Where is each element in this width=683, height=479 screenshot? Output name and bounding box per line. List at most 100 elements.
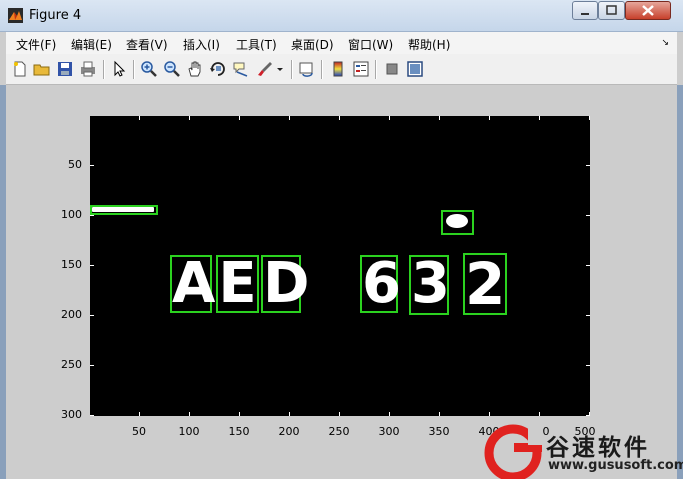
window-frame-left (0, 85, 6, 479)
toolbar-separator (321, 60, 323, 79)
menu-overflow-icon[interactable]: ↘ (661, 38, 669, 48)
y-tick-mark (90, 415, 94, 416)
print-icon[interactable] (79, 60, 97, 78)
legend-icon[interactable] (352, 60, 370, 78)
y-tick-label: 150 (61, 258, 82, 271)
toolbar-separator (291, 60, 293, 79)
x-tick-mark (389, 116, 390, 120)
x-tick-label: 250 (328, 425, 350, 438)
y-tick-mark (90, 215, 94, 216)
watermark-logo (484, 423, 542, 479)
window-title: Figure 4 (29, 8, 82, 23)
minimize-button[interactable] (572, 1, 598, 20)
zoom-out-icon[interactable] (163, 60, 181, 78)
x-tick-label: 300 (378, 425, 400, 438)
plate-char: 6 (362, 251, 401, 316)
data-cursor-icon[interactable] (232, 60, 250, 78)
y-tick-mark (586, 215, 590, 216)
x-tick-mark (139, 412, 140, 416)
y-tick-mark (90, 265, 94, 266)
bounding-box (441, 210, 474, 235)
x-tick-mark (239, 116, 240, 120)
link-plot-icon[interactable] (298, 60, 316, 78)
x-tick-mark (289, 412, 290, 416)
open-file-icon[interactable] (33, 60, 51, 78)
y-tick-mark (586, 415, 590, 416)
y-tick-mark (586, 165, 590, 166)
plate-char: E (218, 251, 257, 316)
x-tick-mark (589, 116, 590, 120)
y-tick-mark (90, 315, 94, 316)
toolbar-separator (133, 60, 135, 79)
y-tick-mark (90, 165, 94, 166)
watermark-url: www.gususoft.com (548, 458, 683, 473)
plate-char: A (172, 251, 216, 316)
menu-window[interactable]: 窗口(W) (348, 36, 393, 53)
menu-desktop[interactable]: 桌面(D) (291, 36, 334, 53)
menu-bar: 文件(F) 编辑(E) 查看(V) 插入(I) 工具(T) 桌面(D) 窗口(W… (6, 32, 677, 54)
x-tick-mark (289, 116, 290, 120)
image-axes[interactable]: A E D 6 3 2 (90, 116, 590, 416)
maximize-icon (606, 5, 617, 15)
x-tick-mark (439, 412, 440, 416)
y-tick-mark (586, 365, 590, 366)
x-tick-mark (389, 412, 390, 416)
x-tick-label: 50 (132, 425, 146, 438)
x-tick-label: 150 (228, 425, 250, 438)
x-tick-mark (539, 412, 540, 416)
minimize-icon (581, 13, 589, 15)
x-tick-mark (189, 116, 190, 120)
watermark-brand: 谷速软件 (546, 435, 650, 461)
close-button[interactable] (625, 1, 671, 20)
x-tick-label: 200 (278, 425, 300, 438)
menu-help[interactable]: 帮助(H) (408, 36, 450, 53)
y-tick-label: 250 (61, 358, 82, 371)
zoom-in-icon[interactable] (140, 60, 158, 78)
x-tick-label: 350 (428, 425, 450, 438)
x-tick-mark (539, 116, 540, 120)
x-tick-mark (489, 412, 490, 416)
menu-tools[interactable]: 工具(T) (236, 36, 277, 53)
matlab-app-icon (8, 8, 23, 23)
y-tick-label: 200 (61, 308, 82, 321)
pointer-icon[interactable] (110, 60, 128, 78)
x-tick-label: 100 (178, 425, 200, 438)
brush-icon[interactable] (256, 60, 274, 78)
x-tick-mark (239, 412, 240, 416)
title-bar: Figure 4 (0, 0, 683, 32)
colorbar-icon[interactable] (329, 60, 347, 78)
maximize-button[interactable] (598, 1, 625, 20)
window-frame-right (677, 85, 683, 479)
pan-hand-icon[interactable] (186, 60, 204, 78)
x-tick-mark (489, 116, 490, 120)
plate-char: D (263, 251, 310, 316)
brush-dropdown-icon[interactable] (276, 60, 285, 78)
hide-plot-tools-icon[interactable] (383, 60, 401, 78)
menu-view[interactable]: 查看(V) (126, 36, 168, 53)
y-tick-mark (90, 365, 94, 366)
bounding-box (90, 205, 158, 215)
x-tick-mark (439, 116, 440, 120)
save-icon[interactable] (56, 60, 74, 78)
new-figure-icon[interactable] (11, 60, 29, 78)
toolbar-separator (375, 60, 377, 79)
y-tick-mark (586, 315, 590, 316)
x-tick-mark (339, 116, 340, 120)
show-plot-tools-icon[interactable] (406, 60, 424, 78)
menu-edit[interactable]: 编辑(E) (71, 36, 112, 53)
x-tick-mark (189, 412, 190, 416)
plate-char: 2 (465, 250, 506, 318)
y-tick-label: 50 (68, 158, 82, 171)
close-icon (642, 5, 654, 16)
y-tick-mark (586, 265, 590, 266)
plate-char: 3 (411, 251, 450, 316)
x-tick-mark (339, 412, 340, 416)
figure-toolbar (6, 54, 677, 85)
toolbar-separator (103, 60, 105, 79)
menu-file[interactable]: 文件(F) (16, 36, 56, 53)
x-tick-mark (139, 116, 140, 120)
y-tick-label: 300 (61, 408, 82, 421)
menu-insert[interactable]: 插入(I) (183, 36, 220, 53)
y-tick-label: 100 (61, 208, 82, 221)
rotate-3d-icon[interactable] (209, 60, 227, 78)
